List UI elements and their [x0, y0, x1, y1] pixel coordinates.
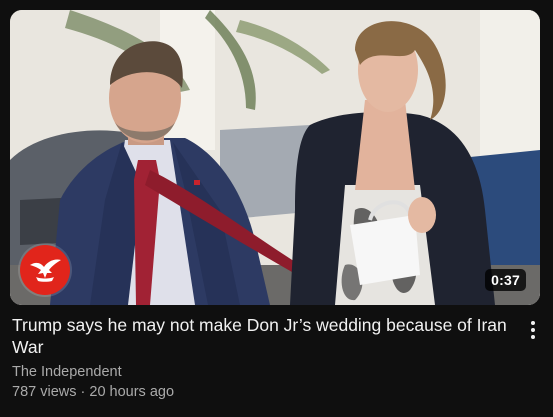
more-options-button[interactable] [522, 317, 544, 343]
video-details: Trump says he may not make Don Jr’s wedd… [12, 314, 517, 402]
video-stats: 787 views · 20 hours ago [12, 382, 517, 402]
thumbnail-image [10, 10, 540, 305]
channel-avatar[interactable] [20, 245, 70, 295]
more-vertical-icon [531, 321, 535, 325]
video-thumbnail[interactable]: 0:37 [10, 10, 540, 305]
video-duration-badge: 0:37 [485, 269, 526, 291]
video-card[interactable]: 0:37 Trump says he may not make Don Jr’s… [0, 0, 553, 417]
channel-name[interactable]: The Independent [12, 362, 517, 382]
eagle-icon [30, 259, 61, 282]
view-count: 787 views [12, 384, 77, 400]
video-title[interactable]: Trump says he may not make Don Jr’s wedd… [12, 314, 517, 358]
more-vertical-icon [531, 328, 535, 332]
upload-age: 20 hours ago [89, 384, 175, 400]
more-vertical-icon [531, 335, 535, 339]
